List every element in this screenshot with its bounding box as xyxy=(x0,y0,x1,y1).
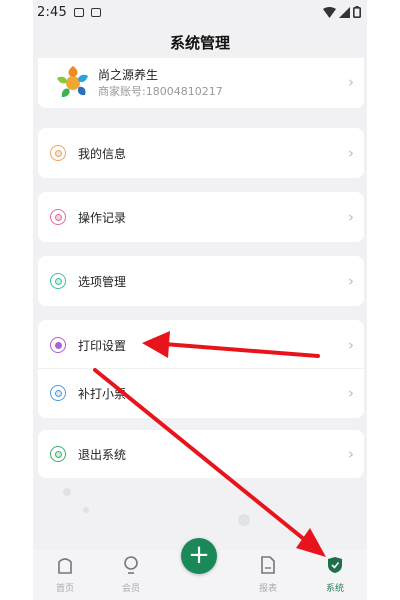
nav-label: 报表 xyxy=(258,584,277,594)
merchant-card[interactable]: 尚之源养生 商家账号:18004810217 › xyxy=(38,58,364,108)
decor-bubble xyxy=(238,514,250,526)
shield-icon xyxy=(328,557,342,573)
nav-label: 首页 xyxy=(55,584,74,594)
chevron-right-icon: › xyxy=(348,73,354,91)
receipt-icon xyxy=(50,385,66,401)
decor-bubble xyxy=(83,507,89,513)
home-icon xyxy=(58,558,72,574)
nav-system[interactable]: 系统 xyxy=(305,550,365,600)
nav-label: 会员 xyxy=(121,584,140,594)
page-title: 系统管理 xyxy=(169,34,230,52)
signal-icon xyxy=(339,6,350,18)
my-info-card: 我的信息 › xyxy=(38,128,364,178)
chevron-right-icon: › xyxy=(348,144,354,162)
chevron-right-icon: › xyxy=(348,384,354,402)
app-notification-icon xyxy=(91,7,101,17)
report-icon xyxy=(261,556,275,574)
menu-item-print-settings[interactable]: 打印设置 › xyxy=(38,320,364,370)
menu-item-label: 打印设置 xyxy=(78,339,127,353)
user-circle-icon xyxy=(50,145,66,161)
menu-item-operation-log[interactable]: 操作记录 › xyxy=(38,192,364,242)
menu-item-label: 操作记录 xyxy=(78,211,127,225)
print-icon xyxy=(50,337,66,353)
status-icons xyxy=(323,6,361,18)
print-card: 打印设置 › 补打小票 › xyxy=(38,320,364,418)
operation-log-card: 操作记录 › xyxy=(38,192,364,242)
decor-bubble xyxy=(63,488,71,496)
chevron-right-icon: › xyxy=(348,208,354,226)
menu-item-label: 补打小票 xyxy=(78,387,127,401)
nav-member[interactable]: 会员 xyxy=(101,550,161,600)
status-time: 2:45 xyxy=(37,4,67,20)
options-card: 选项管理 › xyxy=(38,256,364,306)
menu-item-my-info[interactable]: 我的信息 › xyxy=(38,128,364,178)
merchant-account: 商家账号:18004810217 xyxy=(98,85,223,98)
menu-item-label: 退出系统 xyxy=(78,448,127,462)
logout-icon xyxy=(50,446,66,462)
merchant-name: 尚之源养生 xyxy=(98,68,159,82)
options-icon xyxy=(50,273,66,289)
member-icon xyxy=(124,556,138,574)
chevron-right-icon: › xyxy=(348,445,354,463)
phone-screen: 2:45 系统管理 尚之源养生 商家账号:18004810217 › 我的信息 … xyxy=(33,0,367,600)
menu-item-label: 我的信息 xyxy=(78,147,127,161)
add-button[interactable]: + xyxy=(181,538,217,574)
nav-report[interactable]: 报表 xyxy=(238,550,298,600)
record-icon xyxy=(50,209,66,225)
status-bar: 2:45 xyxy=(33,0,367,24)
logout-card: 退出系统 › xyxy=(38,430,364,478)
menu-item-options[interactable]: 选项管理 › xyxy=(38,256,364,306)
nav-label: 系统 xyxy=(325,584,344,594)
chevron-right-icon: › xyxy=(348,336,354,354)
menu-item-reprint-receipt[interactable]: 补打小票 › xyxy=(38,368,364,418)
menu-item-logout[interactable]: 退出系统 › xyxy=(38,430,364,478)
chevron-right-icon: › xyxy=(348,272,354,290)
gallery-notification-icon xyxy=(74,7,84,17)
menu-item-label: 选项管理 xyxy=(78,275,127,289)
battery-icon xyxy=(353,6,361,18)
wifi-icon xyxy=(323,6,336,18)
nav-home[interactable]: 首页 xyxy=(35,550,95,600)
merchant-logo xyxy=(57,66,88,97)
